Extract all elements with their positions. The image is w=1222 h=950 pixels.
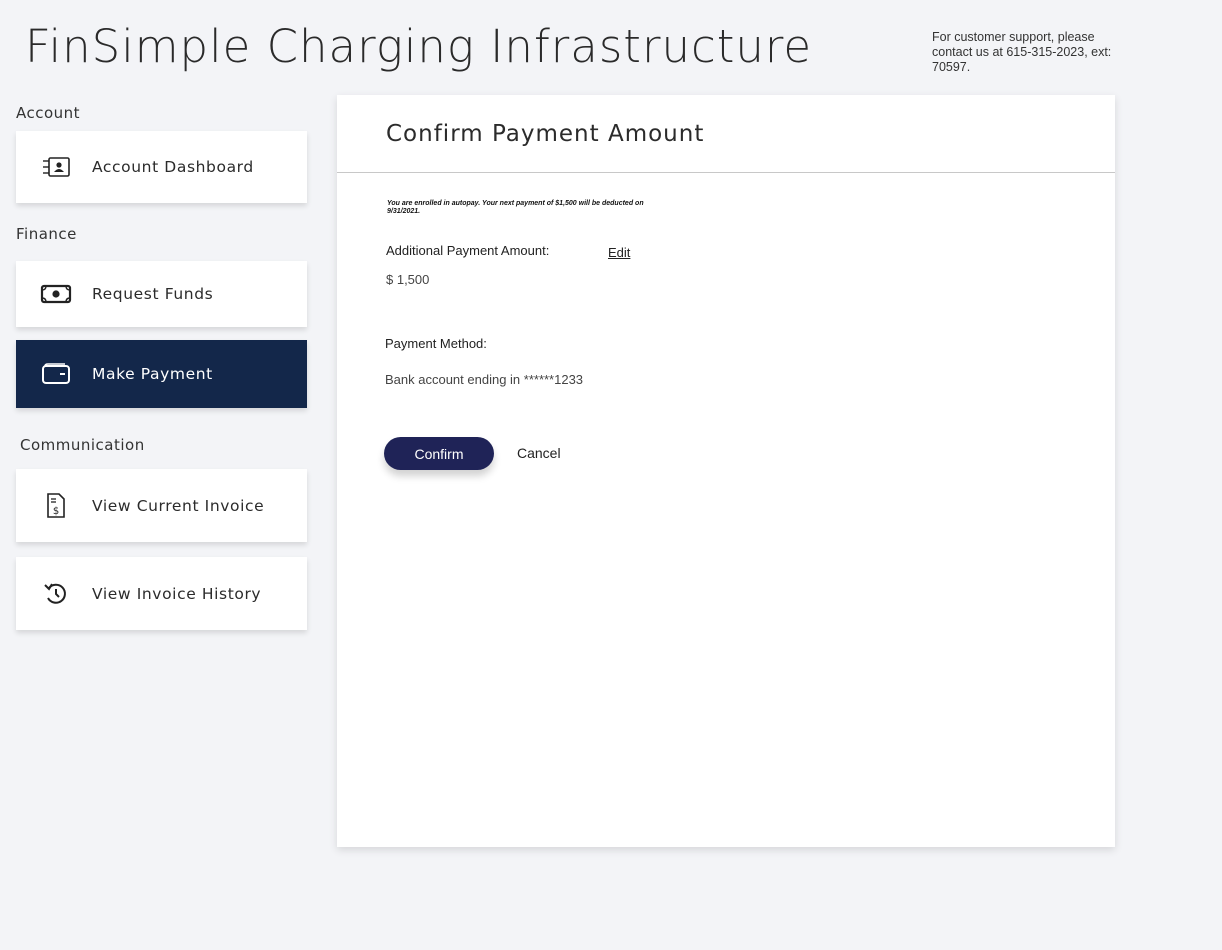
payment-method-label: Payment Method: bbox=[385, 336, 487, 351]
page-title: Confirm Payment Amount bbox=[386, 120, 705, 147]
confirm-button[interactable]: Confirm bbox=[384, 437, 494, 470]
support-contact-text: For customer support, please contact us … bbox=[932, 30, 1112, 74]
sidebar-item-make-payment[interactable]: Make Payment bbox=[16, 340, 307, 408]
sidebar-item-view-invoice-history[interactable]: View Invoice History bbox=[16, 557, 307, 630]
id-card-icon bbox=[36, 156, 76, 178]
payment-method-value: Bank account ending in ******1233 bbox=[385, 372, 584, 387]
edit-amount-link[interactable]: Edit bbox=[608, 245, 630, 260]
history-icon bbox=[36, 582, 76, 606]
autopay-notice: You are enrolled in autopay. Your next p… bbox=[387, 200, 644, 215]
amount-value: $ 1,500 bbox=[386, 272, 430, 287]
sidebar-item-view-current-invoice[interactable]: $ View Current Invoice bbox=[16, 469, 307, 542]
cash-icon bbox=[36, 284, 76, 304]
sidebar-item-label: View Current Invoice bbox=[92, 496, 265, 515]
sidebar-item-label: View Invoice History bbox=[92, 584, 262, 603]
sidebar-item-request-funds[interactable]: Request Funds bbox=[16, 261, 307, 327]
panel-header: Confirm Payment Amount bbox=[337, 95, 1115, 173]
svg-text:$: $ bbox=[53, 506, 59, 517]
sidebar-item-account-dashboard[interactable]: Account Dashboard bbox=[16, 131, 307, 203]
section-label-finance: Finance bbox=[16, 225, 77, 243]
wallet-icon bbox=[36, 363, 76, 385]
main-panel: Confirm Payment Amount You are enrolled … bbox=[337, 95, 1115, 847]
sidebar-item-label: Account Dashboard bbox=[92, 158, 254, 176]
app-title: FinSimple Charging Infrastructure bbox=[25, 20, 813, 73]
sidebar-item-label: Make Payment bbox=[92, 365, 213, 383]
amount-label: Additional Payment Amount: bbox=[386, 243, 550, 258]
invoice-icon: $ bbox=[36, 492, 76, 519]
sidebar-item-label: Request Funds bbox=[92, 285, 214, 303]
section-label-account: Account bbox=[16, 104, 81, 122]
section-label-communication: Communication bbox=[20, 436, 145, 454]
cancel-button[interactable]: Cancel bbox=[517, 445, 561, 461]
